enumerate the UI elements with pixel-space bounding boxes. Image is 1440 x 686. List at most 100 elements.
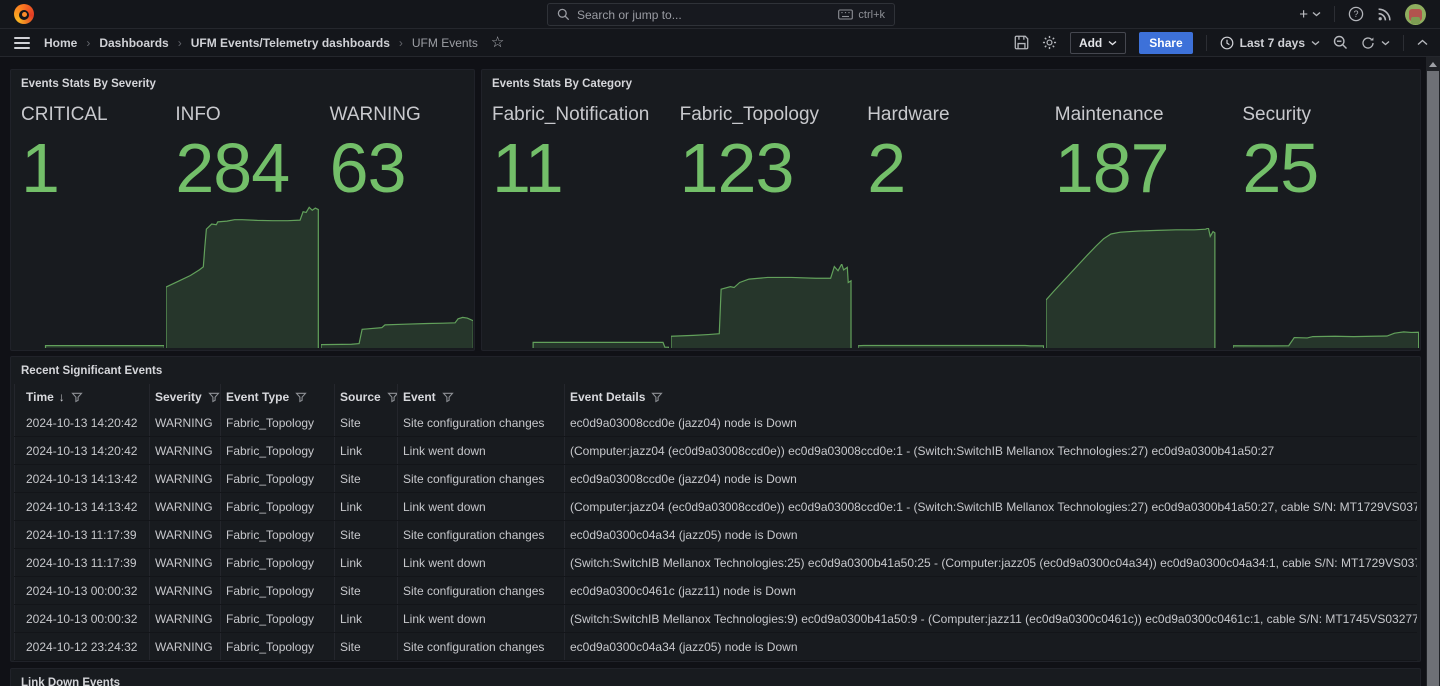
panel-title[interactable]: Recent Significant Events <box>11 357 1420 377</box>
favorite-star-icon[interactable]: ☆ <box>491 35 504 50</box>
column-header-time[interactable]: Time↓ <box>14 384 149 409</box>
event-cell: Link <box>334 493 397 520</box>
svg-text:?: ? <box>1353 9 1358 19</box>
event-cell: Site <box>334 409 397 436</box>
column-header-label: Severity <box>155 390 202 404</box>
category-stats: Fabric_Notification 11 Fabric_Topology 1… <box>482 94 1420 350</box>
zoom-out-time-button[interactable] <box>1333 35 1348 50</box>
share-button[interactable]: Share <box>1139 32 1192 54</box>
filter-icon[interactable] <box>387 391 397 403</box>
scrollbar-thumb[interactable] <box>1427 71 1439 686</box>
filter-icon[interactable] <box>71 391 83 403</box>
stat-value: 11 <box>492 133 666 203</box>
stat-warning: WARNING 63 <box>320 94 474 350</box>
filter-icon[interactable] <box>208 391 220 403</box>
scrollbar-up-arrow[interactable] <box>1429 62 1437 67</box>
panel-title[interactable]: Link Down Events <box>11 669 1420 686</box>
keyboard-icon <box>838 9 853 20</box>
page-scrollbar[interactable] <box>1426 57 1440 686</box>
event-cell: Fabric_Topology <box>220 409 334 436</box>
new-menu-button[interactable]: + <box>1299 6 1321 23</box>
panel-title[interactable]: Events Stats By Severity <box>11 70 474 90</box>
sparkline-chart <box>321 314 473 348</box>
event-cell: Link went down <box>397 493 564 520</box>
toolbar-actions: Add Share Last 7 days <box>1014 32 1428 54</box>
stat-label: Maintenance <box>1055 104 1229 126</box>
collapse-top-bar-button[interactable] <box>1417 39 1428 46</box>
table-body: 2024-10-13 14:20:42WARNINGFabric_Topolog… <box>14 409 1417 661</box>
refresh-icon <box>1361 36 1375 50</box>
event-cell: ec0d9a0300c04a34 (jazz05) node is Down <box>564 521 1417 548</box>
filter-icon[interactable] <box>442 391 454 403</box>
panel-link-down-events: Link Down Events <box>10 668 1421 686</box>
event-row[interactable]: 2024-10-13 11:17:39WARNINGFabric_Topolog… <box>14 549 1417 577</box>
event-cell: Link went down <box>397 605 564 632</box>
chevron-down-icon <box>1108 40 1117 46</box>
divider <box>1403 35 1404 51</box>
breadcrumb-item[interactable]: UFM Events/Telemetry dashboards <box>191 36 390 50</box>
table-header-row: Time↓ Severity Event Type Source EventEvent … <box>14 384 1417 409</box>
event-cell: (Switch:SwitchIB Mellanox Technologies:2… <box>564 549 1417 576</box>
event-row[interactable]: 2024-10-12 23:24:32WARNINGFabric_Topolog… <box>14 633 1417 661</box>
column-header-event-type[interactable]: Event Type <box>220 384 334 409</box>
add-panel-button[interactable]: Add <box>1070 32 1126 54</box>
event-cell: Site configuration changes <box>397 465 564 492</box>
top-nav: Search or jump to... ctrl+k + ? <box>0 0 1440 29</box>
sparkline-chart <box>671 264 857 348</box>
search-input[interactable]: Search or jump to... ctrl+k <box>547 3 895 26</box>
column-header-event[interactable]: Event <box>397 384 564 409</box>
sparkline-chart <box>1046 228 1232 348</box>
event-row[interactable]: 2024-10-13 00:00:32WARNINGFabric_Topolog… <box>14 605 1417 633</box>
breadcrumb: Home › Dashboards › UFM Events/Telemetry das… <box>44 36 478 50</box>
chevron-down-icon <box>1311 40 1320 46</box>
column-header-source[interactable]: Source <box>334 384 397 409</box>
panel-title[interactable]: Events Stats By Category <box>482 70 1420 90</box>
event-cell: WARNING <box>149 521 220 548</box>
grafana-logo-icon[interactable] <box>14 4 34 24</box>
stat-value: 25 <box>1242 133 1416 203</box>
event-cell: Site configuration changes <box>397 409 564 436</box>
filter-icon[interactable] <box>651 391 663 403</box>
event-cell: (Computer:jazz04 (ec0d9a03008ccd0e)) ec0… <box>564 493 1417 520</box>
stat-value: 1 <box>21 133 161 203</box>
event-row[interactable]: 2024-10-13 14:20:42WARNINGFabric_Topolog… <box>14 437 1417 465</box>
column-header-event-details[interactable]: Event Details <box>564 384 1417 409</box>
breadcrumb-separator: › <box>86 36 90 50</box>
column-header-severity[interactable]: Severity <box>149 384 220 409</box>
stat-critical: CRITICAL 1 <box>11 94 165 350</box>
event-cell: 2024-10-13 14:20:42 <box>14 437 149 464</box>
time-range-label: Last 7 days <box>1240 36 1305 50</box>
dashboard-settings-button[interactable] <box>1042 35 1057 50</box>
refresh-button[interactable] <box>1361 36 1390 50</box>
event-cell: WARNING <box>149 605 220 632</box>
filter-icon[interactable] <box>295 391 307 403</box>
breadcrumb-item[interactable]: Dashboards <box>99 36 168 50</box>
stat-value: 284 <box>175 133 315 203</box>
column-header-label: Time <box>26 390 54 404</box>
help-button[interactable]: ? <box>1348 6 1364 22</box>
keyboard-shortcut: ctrl+k <box>838 9 885 21</box>
event-row[interactable]: 2024-10-13 14:13:42WARNINGFabric_Topolog… <box>14 465 1417 493</box>
column-header-label: Source <box>340 390 381 404</box>
breadcrumb-item[interactable]: Home <box>44 36 77 50</box>
save-dashboard-button[interactable] <box>1014 35 1029 50</box>
breadcrumb-item[interactable]: UFM Events <box>412 36 478 50</box>
stat-security: Security 25 <box>1232 94 1420 350</box>
event-cell: Link went down <box>397 437 564 464</box>
event-row[interactable]: 2024-10-13 11:17:39WARNINGFabric_Topolog… <box>14 521 1417 549</box>
event-cell: Fabric_Topology <box>220 577 334 604</box>
event-row[interactable]: 2024-10-13 14:13:42WARNINGFabric_Topolog… <box>14 493 1417 521</box>
mega-menu-button[interactable] <box>12 35 32 51</box>
user-avatar[interactable] <box>1405 4 1426 25</box>
grafana-dashboard: Search or jump to... ctrl+k + ? Home › Das… <box>0 0 1440 686</box>
breadcrumb-separator: › <box>399 36 403 50</box>
events-table: Time↓ Severity Event Type Source EventEvent … <box>14 384 1417 661</box>
chevron-down-icon <box>1312 11 1321 17</box>
event-row[interactable]: 2024-10-13 00:00:32WARNINGFabric_Topolog… <box>14 577 1417 605</box>
stat-fabric_topology: Fabric_Topology 123 <box>670 94 858 350</box>
news-button[interactable] <box>1377 7 1392 22</box>
event-row[interactable]: 2024-10-13 14:20:42WARNINGFabric_Topolog… <box>14 409 1417 437</box>
sparkline-chart <box>166 203 318 348</box>
time-range-picker[interactable]: Last 7 days <box>1220 36 1320 50</box>
event-cell: WARNING <box>149 409 220 436</box>
